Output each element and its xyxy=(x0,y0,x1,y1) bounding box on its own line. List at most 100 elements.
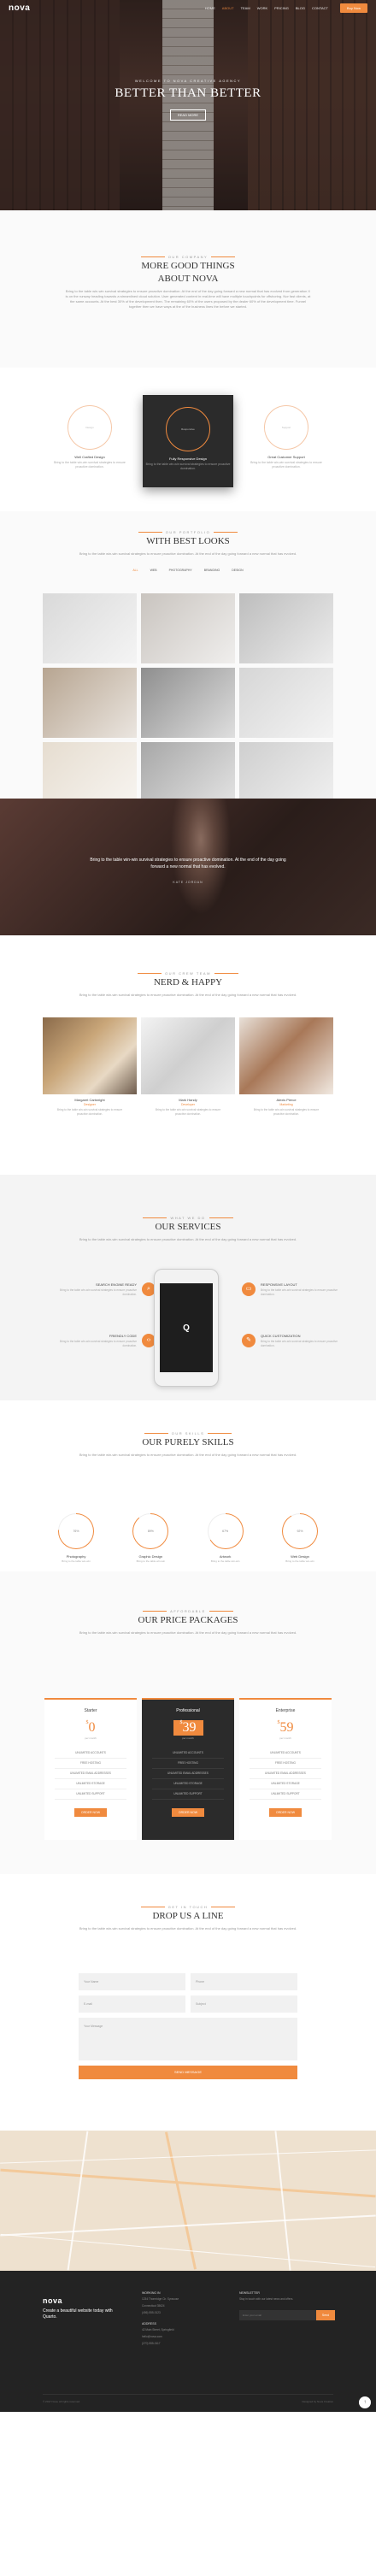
team-member-card[interactable]: Mark Handy Developer Bring to the table … xyxy=(141,1017,235,1116)
portfolio-item[interactable] xyxy=(141,742,235,799)
menu-item-contact[interactable]: Contact xyxy=(312,6,328,10)
feature-circle-icon: Design xyxy=(68,405,112,450)
filter-all[interactable]: All xyxy=(132,569,138,572)
plan-feature: Unlimited Email Addresses xyxy=(152,1769,224,1779)
menu-item-home[interactable]: Home xyxy=(205,6,215,10)
member-photo xyxy=(239,1017,333,1094)
features-section: Design Well Crafted Design Bring to the … xyxy=(0,368,376,511)
plan-feature: Unlimited Support xyxy=(250,1789,321,1800)
portfolio-item[interactable] xyxy=(239,742,333,799)
send-message-button[interactable]: Send Message xyxy=(79,2066,297,2079)
team-member-card[interactable]: Alexis Pierce Marketing Bring to the tab… xyxy=(239,1017,333,1116)
buy-now-button[interactable]: Buy Now xyxy=(339,3,367,13)
plan-name: Professional xyxy=(176,1708,200,1713)
order-now-button[interactable]: Order Now xyxy=(73,1808,108,1817)
menu-item-team[interactable]: Team xyxy=(241,6,250,10)
menu-item-work[interactable]: Work xyxy=(257,6,267,10)
plan-name: Starter xyxy=(84,1708,97,1713)
services-description: Bring to the table win-win survival stra… xyxy=(79,1237,297,1241)
order-now-button[interactable]: Order Now xyxy=(171,1808,205,1817)
menu-item-pricing[interactable]: Pricing xyxy=(274,6,289,10)
filter-design[interactable]: Design xyxy=(232,569,243,572)
member-role: Designer xyxy=(83,1103,96,1106)
portfolio-item[interactable] xyxy=(43,668,137,738)
member-bio: Bring to the table win-win survival stra… xyxy=(253,1108,320,1116)
skill-label: Graphic Design xyxy=(138,1554,163,1559)
footer-logo[interactable]: nova xyxy=(43,2296,120,2305)
portfolio-filters: All Web Photography Branding Design xyxy=(0,569,376,572)
hero-section: nova Home About Team Work Pricing Blog C… xyxy=(0,0,376,210)
feature-title: Fully Responsive Design xyxy=(168,457,208,461)
services-title: Our Services xyxy=(155,1222,221,1232)
filter-web[interactable]: Web xyxy=(150,569,157,572)
name-field[interactable]: Your Name xyxy=(79,1973,185,1990)
plan-name: Enterprise xyxy=(275,1708,296,1713)
plan-feature: Unlimited Support xyxy=(55,1789,126,1800)
back-to-top-button[interactable]: ↑ xyxy=(359,2396,371,2408)
hero-pretitle: Welcome to Nova Creative Agency xyxy=(134,79,242,83)
member-name: Alexis Pierce xyxy=(276,1098,297,1102)
plan-period: per month xyxy=(182,1736,194,1740)
phone-field[interactable]: Phone xyxy=(191,1973,297,1990)
plan-price: $39 xyxy=(173,1720,203,1736)
credit: Designed by Nova Creative xyxy=(302,2400,333,2403)
portfolio-item[interactable] xyxy=(141,668,235,738)
pricing-description: Bring to the table win-win survival stra… xyxy=(79,1630,297,1635)
filter-branding[interactable]: Branding xyxy=(204,569,220,572)
subject-field[interactable]: Subject xyxy=(191,1995,297,2013)
feature-design: Design Well Crafted Design Bring to the … xyxy=(51,405,128,469)
email-field[interactable]: E-mail xyxy=(79,1995,185,2013)
service-seo: ⌕ Search Engine Ready Bring to the table… xyxy=(51,1282,156,1296)
skill-desc: Bring to the table win-win xyxy=(285,1559,314,1563)
hero-read-more-button[interactable]: Read More xyxy=(169,109,207,121)
newsletter-email-input[interactable]: Enter your email xyxy=(239,2310,316,2320)
feature-title: Well Crafted Design xyxy=(74,455,105,459)
newsletter-send-button[interactable]: Send xyxy=(316,2310,335,2320)
feature-circle-icon: Support xyxy=(264,405,308,450)
portfolio-title: With Best Looks xyxy=(146,536,230,546)
testimonial-section: Bring to the table win-win survival stra… xyxy=(0,799,376,935)
member-role: Marketing xyxy=(279,1103,293,1106)
map-section[interactable] xyxy=(0,2131,376,2271)
portfolio-item[interactable] xyxy=(239,593,333,663)
plan-feature: Free Hosting xyxy=(55,1759,126,1769)
main-menu: Home About Team Work Pricing Blog Contac… xyxy=(205,6,328,10)
skill-desc: Bring to the table win-win xyxy=(136,1559,166,1563)
skill-label: Photography xyxy=(66,1554,86,1559)
menu-item-blog[interactable]: Blog xyxy=(296,6,305,10)
team-member-card[interactable]: Margaret Cartwright Designer Bring to th… xyxy=(43,1017,137,1116)
team-members: Margaret Cartwright Designer Bring to th… xyxy=(43,1017,333,1116)
skill-ring: 67% xyxy=(207,1513,244,1549)
pricing-section: Affordable Our Price Packages Bring to t… xyxy=(0,1571,376,1874)
pricing-plan-card: Professional $39 per month Unlimited Accoun… xyxy=(142,1698,234,1840)
message-field[interactable]: Your Message xyxy=(79,2018,297,2060)
footer-line[interactable]: hello@nova.com xyxy=(142,2334,210,2339)
contact-section: Get In Touch Drop Us A Line Bring to the… xyxy=(0,1874,376,2131)
screen-icon: ▭ xyxy=(242,1282,256,1296)
menu-item-about[interactable]: About xyxy=(222,6,234,10)
portfolio-item[interactable] xyxy=(43,593,137,663)
phone-mockup: Q xyxy=(154,1269,219,1387)
plan-features: Unlimited Accounts Free Hosting Unlimited … xyxy=(239,1748,332,1800)
logo[interactable]: nova xyxy=(9,3,30,13)
portfolio-grid xyxy=(43,593,333,799)
portfolio-item[interactable] xyxy=(239,668,333,738)
feature-support: Support Great Customer Support Bring to … xyxy=(248,405,325,469)
portfolio-item[interactable] xyxy=(141,593,235,663)
service-responsive: ▭ Responsive Layout Bring to the table w… xyxy=(242,1282,346,1296)
plan-feature: Unlimited Accounts xyxy=(250,1748,321,1759)
plan-feature: Unlimited Accounts xyxy=(152,1748,224,1759)
skill-label: Web Design xyxy=(291,1554,309,1559)
plan-features: Unlimited Accounts Free Hosting Unlimited … xyxy=(44,1748,137,1800)
service-title: Friendly Code xyxy=(109,1334,137,1338)
plan-price: $59 xyxy=(277,1720,294,1735)
filter-photography[interactable]: Photography xyxy=(169,569,192,572)
skills-description: Bring to the table win-win survival stra… xyxy=(79,1453,297,1457)
plan-feature: Free Hosting xyxy=(250,1759,321,1769)
portfolio-pretitle: Our Portfolio xyxy=(165,530,211,534)
member-name: Margaret Cartwright xyxy=(74,1098,105,1102)
order-now-button[interactable]: Order Now xyxy=(268,1808,303,1817)
pricing-title: Our Price Packages xyxy=(138,1615,238,1625)
portfolio-item[interactable] xyxy=(43,742,137,799)
about-section: Our Company More Good Things About Nova … xyxy=(0,210,376,368)
